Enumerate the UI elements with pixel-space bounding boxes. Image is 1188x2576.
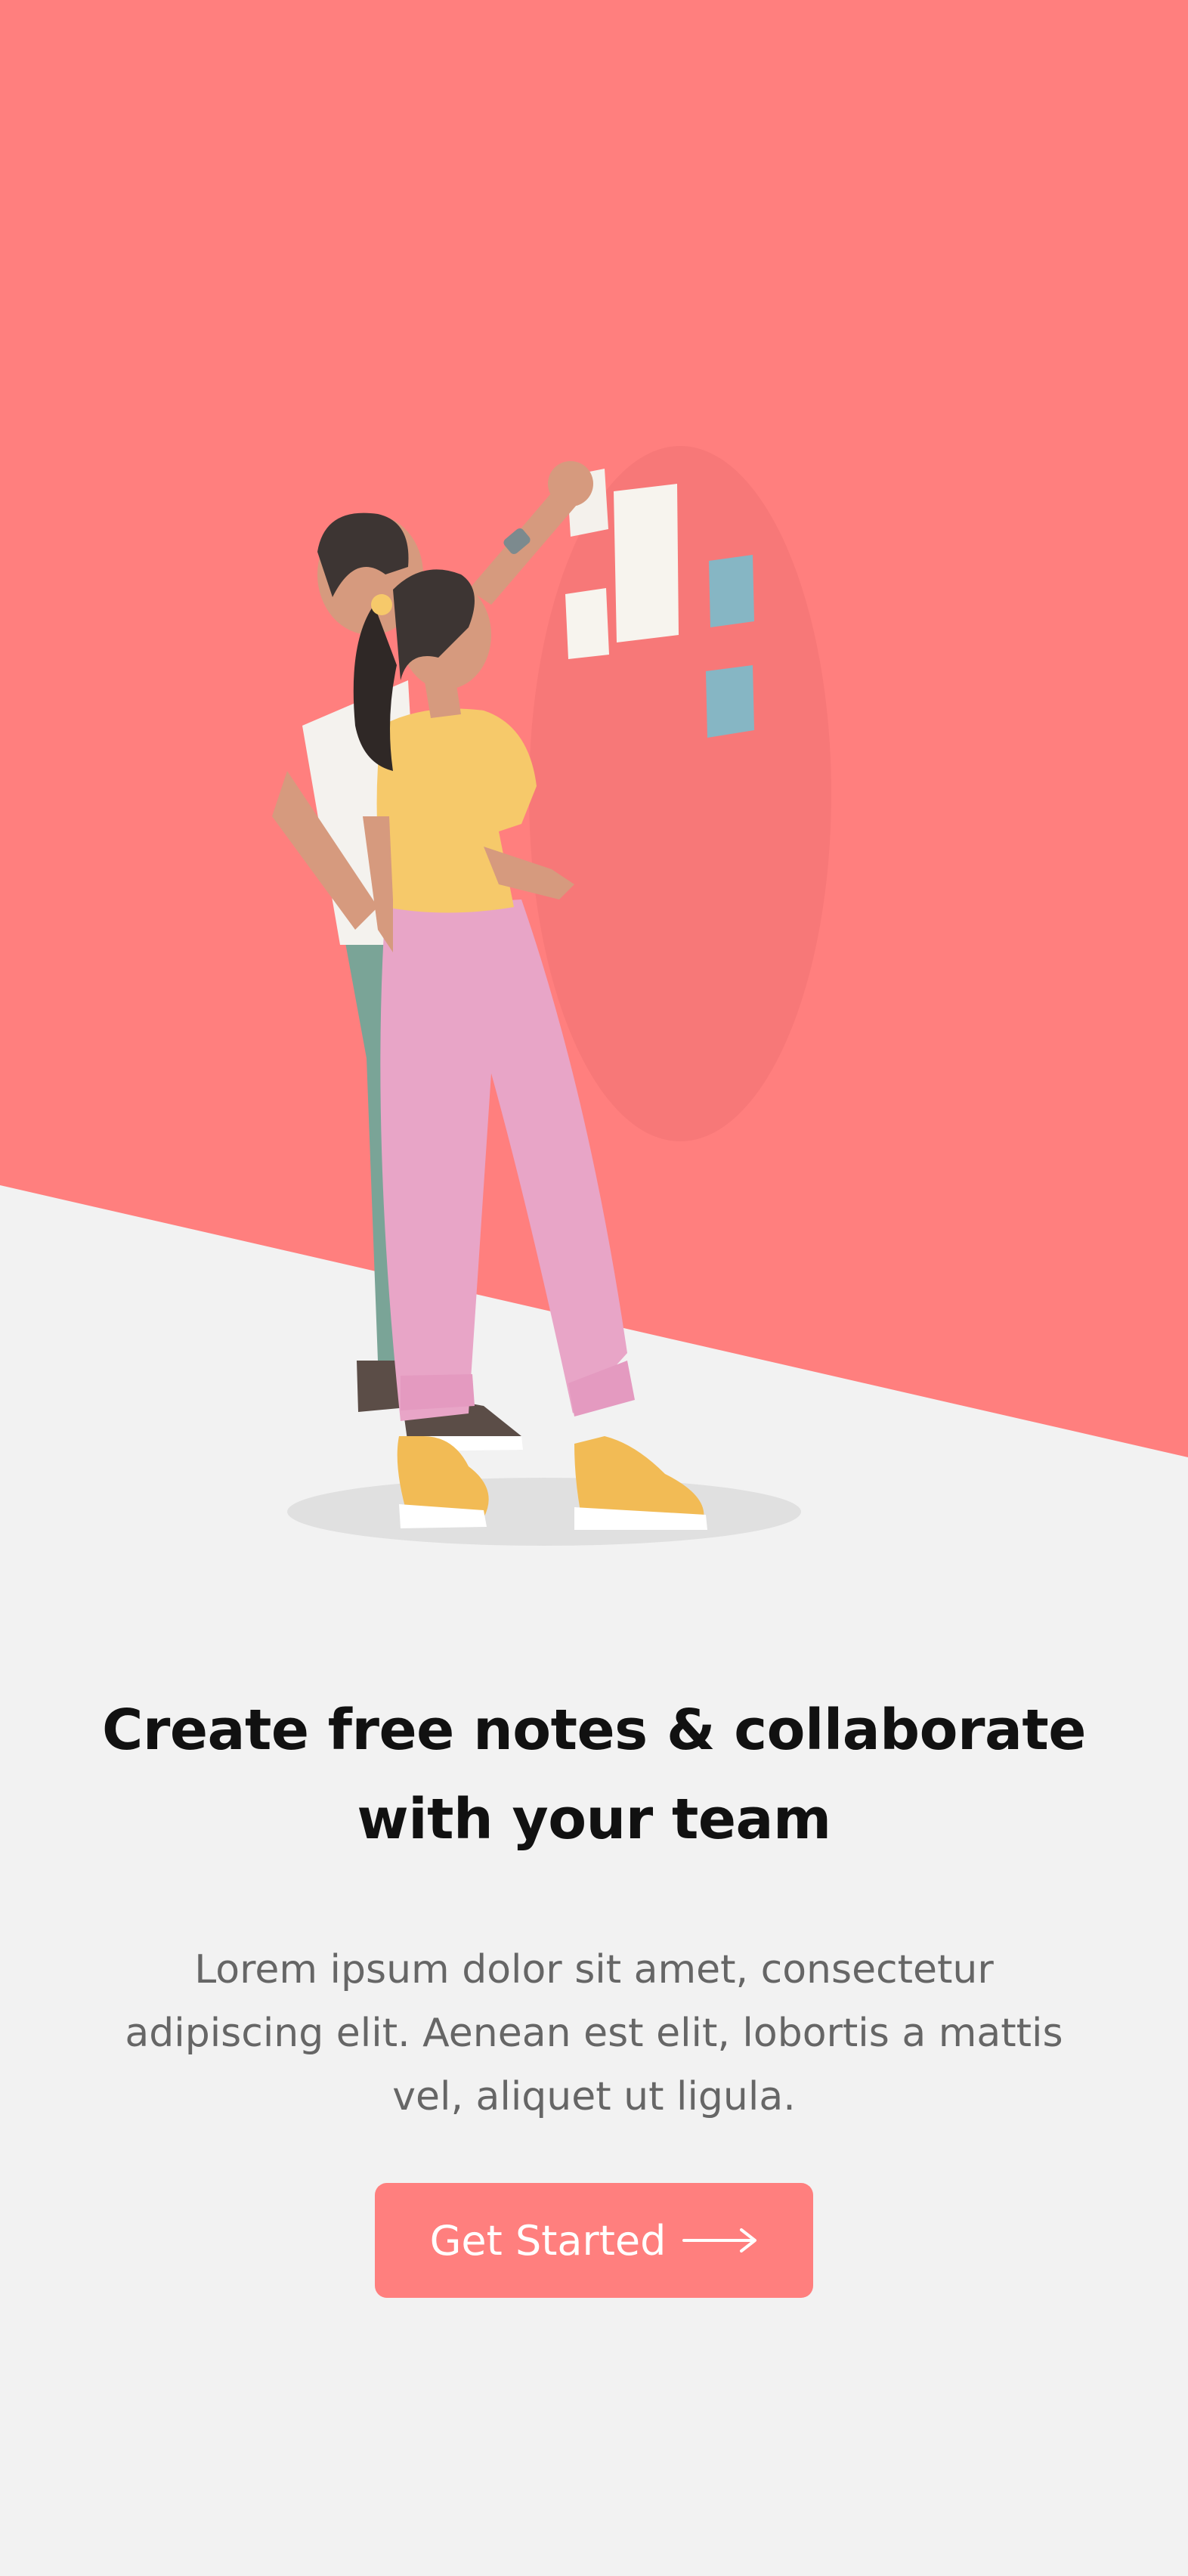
get-started-button[interactable]: Get Started [375, 2183, 813, 2298]
headline-line: Create free notes & collaborate [102, 1697, 1086, 1763]
arrow-right-icon [682, 2228, 757, 2252]
onboarding-headline: Create free notes & collaborate with you… [68, 1686, 1120, 1864]
onboarding-description: Lorem ipsum dolor sit amet, consectetur … [68, 1938, 1120, 2129]
get-started-label: Get Started [429, 2216, 667, 2265]
description-line: vel, aliquet ut ligula. [392, 2074, 796, 2119]
description-line: adipiscing elit. Aenean est elit, lobort… [125, 2011, 1063, 2056]
description-line: Lorem ipsum dolor sit amet, consectetur [194, 1947, 994, 1992]
onboarding-screen: Create free notes & collaborate with you… [0, 0, 1188, 2576]
people-sticky-notes-illustration [272, 446, 831, 1546]
headline-line: with your team [357, 1786, 831, 1852]
